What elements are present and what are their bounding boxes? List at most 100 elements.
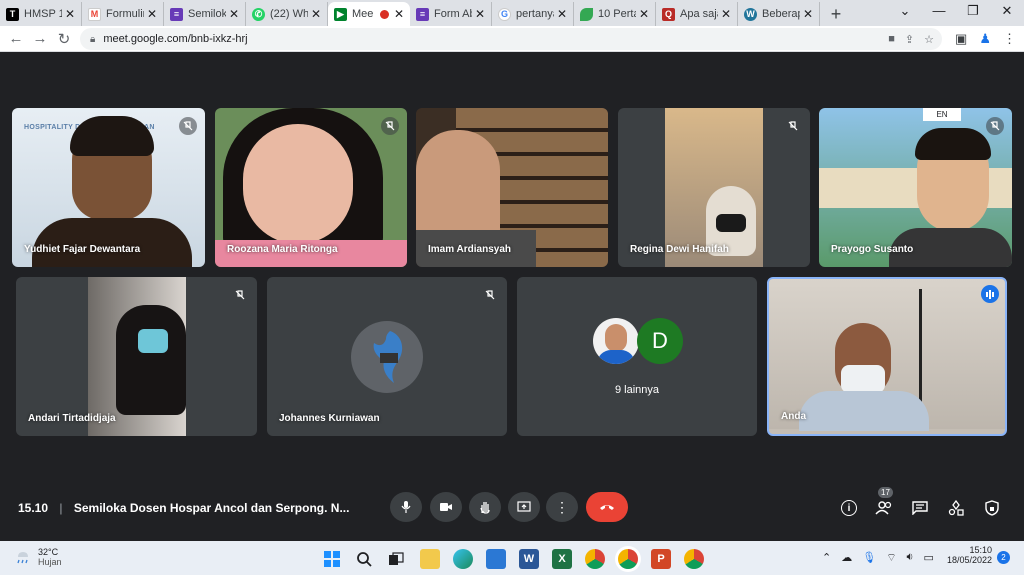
participant-tile[interactable]: HOSPITALITY D S PERHOTELAN Yudhiet Fajar… [12,108,205,267]
close-tab-icon[interactable]: ✕ [721,7,731,21]
participant-tile[interactable]: Roozana Maria Ritonga [215,108,407,267]
bookmark-star-icon[interactable]: ☆ [924,33,934,46]
participant-body [32,218,192,267]
participant-hair [70,116,154,156]
chrome-active-icon[interactable] [618,549,638,569]
back-icon[interactable]: ← [4,30,28,47]
system-tray: ⌃ ☁ 🎙︎ ⌔ 🔉︎ ▭ [822,551,934,565]
participant-tile[interactable]: Regina Dewi Hanifah [618,108,810,267]
camera-button[interactable] [430,492,462,522]
leave-call-button[interactable] [586,492,628,522]
word-icon[interactable]: W [519,549,539,569]
store-icon[interactable] [486,549,506,569]
excel-icon[interactable]: X [552,549,572,569]
tab-gmail[interactable]: M Formulir ✕ [82,2,164,26]
address-bar[interactable]: 🔒︎ meet.google.com/bnb-ixkz-hrj ■ ⇪ ☆ [80,28,942,50]
tab-form-absen[interactable]: ≡ Form Ab ✕ [410,2,492,26]
activities-icon [948,500,964,516]
participant-tile[interactable]: Andari Tirtadidjaja [16,277,257,436]
close-window-icon[interactable]: ✕ [990,0,1024,24]
camera-icon[interactable]: ■ [888,33,895,46]
close-tab-icon[interactable]: ✕ [311,7,321,21]
tab-hmsp[interactable]: THMSP 1(✕ [0,2,82,26]
forward-icon[interactable]: → [28,30,52,47]
rain-cloud-icon [17,552,28,564]
tab-10-pertanyaan[interactable]: 10 Perta ✕ [574,2,656,26]
minimize-icon[interactable]: — [922,0,956,24]
close-tab-icon[interactable]: ✕ [394,7,404,21]
others-tile[interactable]: D 9 lainnya [517,277,757,436]
tab-google-search[interactable]: Gpertanya✕ [492,2,574,26]
participant-tile[interactable]: EN Prayogo Susanto [819,108,1012,267]
tab-search-icon[interactable]: ⌄ [888,0,922,24]
participant-tile[interactable]: Imam Ardiansyah [416,108,608,267]
start-button[interactable] [322,549,342,569]
close-tab-icon[interactable]: ✕ [147,7,157,21]
tab-meet[interactable]: ▶ Mee ✕ [328,2,410,26]
close-tab-icon[interactable]: ✕ [475,7,485,21]
tab-quora[interactable]: QApa saja✕ [656,2,738,26]
share-icon[interactable]: ⇪ [905,33,914,46]
more-options-button[interactable]: ⋮ [546,492,578,522]
meeting-time: 15.10 [18,501,49,515]
search-button[interactable] [354,549,374,569]
activities-button[interactable] [944,496,968,520]
clock-time: 15:10 [969,545,992,555]
volume-icon[interactable]: 🔉︎ [907,551,914,565]
participant-hair [915,128,991,160]
meeting-details-button[interactable]: i [837,496,861,520]
participant-tile[interactable]: Johannes Kurniawan [267,277,507,436]
edge-browser-icon[interactable] [453,549,473,569]
meeting-title: Semiloka Dosen Hospar Ancol dan Serpong.… [73,501,350,515]
meeting-info: 15.10 | Semiloka Dosen Hospar Ancol dan … [18,501,349,515]
close-tab-icon[interactable]: ✕ [557,7,567,21]
mic-off-icon [481,286,499,304]
chevron-up-icon[interactable]: ⌃ [822,551,831,565]
tab-wordpress[interactable]: W Beberap ✕ [738,2,820,26]
close-tab-icon[interactable]: ✕ [229,7,239,21]
caption-badge[interactable]: EN [923,108,961,121]
chrome-profile-icon[interactable] [585,549,605,569]
close-tab-icon[interactable]: ✕ [803,7,813,21]
raise-hand-button[interactable] [469,492,501,522]
wifi-icon[interactable]: ⌔ [886,551,896,565]
dolphin-icon [373,331,403,383]
side-panel-icon[interactable]: ▣ [955,31,967,47]
close-tab-icon[interactable]: ✕ [65,7,75,21]
participant-hair [116,305,186,415]
new-tab-button[interactable]: + [824,2,848,26]
file-explorer-icon[interactable] [420,549,440,569]
google-icon: G [498,7,511,21]
people-button[interactable]: 17 [872,487,896,520]
chrome-profile-2-icon[interactable] [684,549,704,569]
menu-kebab-icon[interactable]: ⋮ [1003,31,1016,47]
lock-icon[interactable]: 🔒︎ [90,34,95,45]
self-tile[interactable]: Anda [767,277,1007,436]
url-text: meet.google.com/bnb-ixkz-hrj [103,33,248,45]
clock[interactable]: 15:10 18/05/2022 [938,545,992,565]
notification-badge[interactable]: 2 [997,551,1010,564]
participant-name: Regina Dewi Hanifah [630,244,729,255]
reload-icon[interactable]: ↻ [52,30,76,48]
weather-widget[interactable]: 32°C Hujan [14,547,62,567]
cloud-icon[interactable]: ☁ [841,551,852,565]
mic-off-icon [179,117,197,135]
info-icon: i [841,500,857,516]
tab-whatsapp[interactable]: ✆ (22) Wh ✕ [246,2,328,26]
participant-body [799,391,929,431]
participant-mask [841,365,885,393]
participant-face [605,324,627,352]
chat-button[interactable] [908,496,932,520]
battery-icon[interactable]: ▭ [923,551,933,565]
mic-tray-icon[interactable]: 🎙︎ [862,551,876,565]
host-controls-button[interactable] [980,496,1004,520]
tab-semilok[interactable]: ≡ Semilok ✕ [164,2,246,26]
task-view-button[interactable] [386,549,406,569]
video-camera-icon [440,503,452,511]
extension-icon[interactable]: ♟ [979,31,991,47]
present-button[interactable] [508,492,540,522]
close-tab-icon[interactable]: ✕ [639,7,649,21]
microphone-button[interactable] [390,492,422,522]
powerpoint-icon[interactable]: P [651,549,671,569]
restore-icon[interactable]: ❐ [956,0,990,24]
